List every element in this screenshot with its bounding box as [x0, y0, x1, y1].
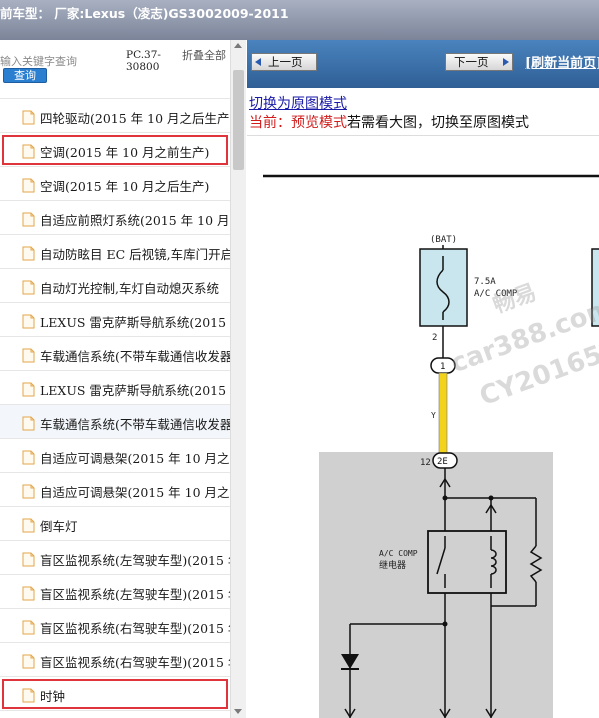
sidebar: 查询 PC.37-30800 折叠全部 — 四轮驱动(2015 年 10 月之后生… [0, 40, 246, 718]
document-icon [22, 246, 35, 261]
relay-label-en: A/C COMP [379, 549, 418, 558]
tree-item[interactable]: 倒车灯 [0, 507, 230, 541]
search-row: 查询 PC.37-30800 折叠全部 [0, 40, 230, 85]
tree-item-label: 盲区监视系统(右驾驶车型)(2015 年 [40, 621, 230, 636]
document-icon [22, 280, 35, 295]
document-icon [22, 620, 35, 635]
document-icon [22, 450, 35, 465]
collapse-all-button[interactable]: 折叠全部 [182, 49, 226, 62]
document-icon [22, 586, 35, 601]
document-icon [22, 178, 35, 193]
bat-label: (BAT) [430, 235, 457, 245]
tree-item[interactable]: 自动灯光控制,车灯自动熄灭系统 [0, 269, 230, 303]
tree-item-label: 盲区监视系统(左驾驶车型)(2015 年 [40, 553, 230, 568]
tree-item-label: 自动灯光控制,车灯自动熄灭系统 [40, 281, 219, 296]
pc-code: PC.37-30800 [126, 49, 161, 73]
tree-item-label: 四轮驱动(2015 年 10 月之后生产) [40, 111, 230, 126]
document-icon [22, 688, 35, 703]
document-icon [22, 144, 35, 159]
mode-name: 预览模式 [291, 115, 347, 131]
tree-item[interactable]: 自适应前照灯系统(2015 年 10 月之前生产) [0, 201, 230, 235]
search-button[interactable]: 查询 [3, 68, 47, 83]
tree-item[interactable]: 盲区监视系统(右驾驶车型)(2015 年 [0, 609, 230, 643]
tree-item[interactable]: 盲区监视系统(左驾驶车型)(2015 年 [0, 575, 230, 609]
page-toolbar: 上一页 下一页 [刷新当前页] [247, 40, 599, 88]
wire-color-label: Y [431, 411, 436, 420]
document-icon [22, 518, 35, 533]
fuse-rating: 7.5A [474, 277, 496, 287]
wiring-diagram-svg: (BAT) 7.5A A/C COMP 2 1 Y 12 2E A/C COMP… [263, 174, 599, 718]
switch-original-mode-link[interactable]: 切换为原图模式 [249, 93, 347, 113]
window-title: 前车型： 厂家:Lexus（凌志)GS3002009-2011 [0, 6, 289, 21]
document-icon [22, 382, 35, 397]
tree-item[interactable]: 四轮驱动(2015 年 10 月之后生产) [0, 99, 230, 133]
tree-item-label: 空调(2015 年 10 月之后生产) [40, 179, 210, 194]
connector-2e-label: 2E [437, 457, 448, 467]
tree-item-label: 自适应前照灯系统(2015 年 10 月之前生产) [40, 213, 230, 228]
refresh-page-link[interactable]: [刷新当前页] [525, 52, 599, 71]
tree-item-label: 车载通信系统(不带车载通信收发器) [40, 349, 230, 364]
next-page-label: 下一页 [454, 55, 489, 69]
scroll-thumb[interactable] [233, 70, 244, 170]
tree-item-label: 盲区监视系统(左驾驶车型)(2015 年 [40, 587, 230, 602]
document-icon [22, 212, 35, 227]
tree-item-label: 自适应可调悬架(2015 年 10 月之前生产) [40, 451, 230, 466]
relay-panel [319, 452, 553, 718]
tree-item-label: 自动防眩目 EC 后视镜,车库门开启器 [40, 247, 230, 262]
tree-item[interactable]: 自动防眩目 EC 后视镜,车库门开启器 [0, 235, 230, 269]
title-bar: 前车型： 厂家:Lexus（凌志)GS3002009-2011 [0, 0, 599, 40]
search-input[interactable] [0, 53, 90, 69]
tree-list: — 四轮驱动(2015 年 10 月之后生产) 空调(2015 年 10 月之前生产… [0, 85, 230, 718]
wire-yellow [438, 372, 448, 454]
tree-item[interactable]: 车载通信系统(不带车载通信收发器) [0, 405, 230, 439]
next-page-button[interactable]: 下一页 [445, 53, 513, 71]
document-icon [22, 654, 35, 669]
tree-item-label: 倒车灯 [40, 519, 78, 534]
tree-item[interactable]: 自适应可调悬架(2015 年 10 月之后生产) [0, 473, 230, 507]
document-icon [22, 416, 35, 431]
tree-item-label: LEXUS 雷克萨斯导航系统(2015 年 [40, 383, 230, 398]
connector-1-label: 1 [440, 362, 445, 372]
mode-status: 当前：预览模式若需看大图，切换至原图模式 [249, 112, 529, 132]
arrow-right-icon [503, 58, 509, 66]
pin-2: 2 [432, 333, 437, 343]
tree-item[interactable]: 空调(2015 年 10 月之后生产) [0, 167, 230, 201]
document-icon [22, 348, 35, 363]
tree-item-label: 时钟 [40, 689, 66, 704]
arrow-left-icon [255, 58, 261, 66]
tree-item-label: 盲区监视系统(右驾驶车型)(2015 年 [40, 655, 230, 670]
tree-item[interactable]: — [0, 85, 230, 99]
mode-hint: 若需看大图，切换至原图模式 [347, 115, 529, 131]
wiring-diagram: (BAT) 7.5A A/C COMP 2 1 Y 12 2E A/C COMP… [247, 135, 599, 718]
tree-item-label: LEXUS 雷克萨斯导航系统(2015 年 [40, 315, 230, 330]
app-window: 前车型： 厂家:Lexus（凌志)GS3002009-2011 查询 PC.37… [0, 0, 599, 718]
tree-item-label: 空调(2015 年 10 月之前生产) [40, 145, 210, 160]
mode-prefix: 当前： [249, 115, 291, 131]
tree-item-label: 自适应可调悬架(2015 年 10 月之后生产) [40, 485, 230, 500]
sidebar-scrollbar[interactable] [230, 40, 246, 718]
prev-page-label: 上一页 [268, 55, 303, 69]
pin-12: 12 [420, 458, 431, 468]
tree-item[interactable]: 盲区监视系统(左驾驶车型)(2015 年 [0, 541, 230, 575]
scroll-up-icon[interactable] [234, 43, 242, 48]
scroll-down-icon[interactable] [234, 709, 242, 714]
main-panel: 上一页 下一页 [刷新当前页] 切换为原图模式 当前：预览模式若需看大图，切换至… [247, 40, 599, 718]
document-icon [22, 484, 35, 499]
tree-item[interactable]: 自适应可调悬架(2015 年 10 月之前生产) [0, 439, 230, 473]
tree-item[interactable]: 时钟 [0, 677, 230, 711]
relay-label-cn: 继电器 [379, 559, 406, 571]
tree-item[interactable]: LEXUS 雷克萨斯导航系统(2015 年 [0, 371, 230, 405]
tree-item[interactable]: LEXUS 雷克萨斯导航系统(2015 年 [0, 303, 230, 337]
tree-item-label: 车载通信系统(不带车载通信收发器) [40, 417, 230, 432]
document-icon [22, 110, 35, 125]
tree-item[interactable]: 盲区监视系统(右驾驶车型)(2015 年 [0, 643, 230, 677]
tree-item[interactable]: 车载通信系统(不带车载通信收发器) [0, 337, 230, 371]
document-icon [22, 552, 35, 567]
prev-page-button[interactable]: 上一页 [251, 53, 317, 71]
document-icon [22, 314, 35, 329]
tree-item[interactable]: 空调(2015 年 10 月之前生产) [0, 133, 230, 167]
